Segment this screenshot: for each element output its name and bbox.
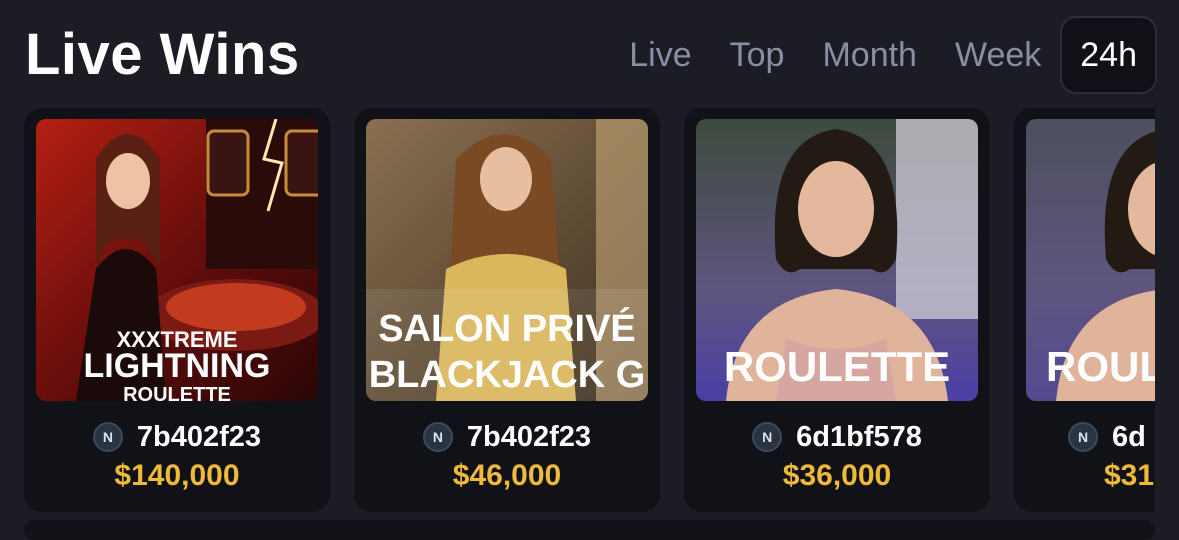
game-title-line: ROULETTE — [724, 343, 950, 390]
period-tabs: Live Top Month Week 24h — [610, 16, 1157, 94]
winner-id: 6d1bf578 — [796, 420, 922, 453]
game-title-line: ROUL — [1046, 343, 1155, 390]
tab-month[interactable]: Month — [803, 18, 936, 92]
winner: N 7b402f23 — [354, 417, 660, 457]
wins-carousel[interactable]: XXXTREME LIGHTNING ROULETTE N 7b402f23 $… — [24, 108, 1155, 513]
tab-24h[interactable]: 24h — [1060, 16, 1157, 94]
win-amount: $140,000 — [114, 459, 240, 492]
nm-logo-icon: N — [92, 422, 123, 452]
game-title-line: SALON PRIVÉ — [378, 306, 636, 350]
nm-logo-icon: N — [1068, 422, 1098, 452]
win-card[interactable]: ROUL N 6d $31 — [1014, 108, 1155, 512]
game-title-line: ROULETTE — [123, 384, 231, 401]
winner-id: 6d — [1112, 420, 1146, 453]
win-card[interactable]: ROULETTE N 6d1bf578 $36,000 — [684, 108, 990, 512]
win-card[interactable]: SALON PRIVÉ BLACKJACK G N 7b402f23 $46,0… — [354, 108, 660, 512]
game-thumbnail[interactable]: ROUL — [1026, 119, 1155, 401]
tab-top[interactable]: Top — [711, 18, 804, 92]
tab-week[interactable]: Week — [936, 18, 1060, 92]
game-title-overlay: XXXTREME LIGHTNING ROULETTE — [84, 327, 271, 401]
game-title-line: LIGHTNING — [84, 347, 271, 385]
game-title-overlay: ROUL — [1046, 343, 1155, 390]
winner: N 6d — [1068, 417, 1155, 457]
game-title-overlay: ROULETTE — [724, 343, 950, 390]
win-amount: $31 — [1104, 459, 1155, 492]
nm-logo-icon: N — [422, 422, 453, 452]
win-amount: $36,000 — [782, 459, 892, 492]
win-details: N 7b402f23 $140,000 — [24, 417, 330, 493]
game-title-line: BLACKJACK G — [369, 354, 646, 396]
win-amount: $46,000 — [452, 459, 562, 492]
nm-logo-icon: N — [752, 422, 783, 452]
game-thumbnail[interactable]: SALON PRIVÉ BLACKJACK G — [366, 119, 648, 401]
game-thumbnail[interactable]: XXXTREME LIGHTNING ROULETTE — [36, 119, 318, 401]
game-title-overlay: SALON PRIVÉ BLACKJACK G — [369, 306, 646, 396]
tab-live[interactable]: Live — [610, 18, 710, 92]
win-card[interactable]: XXXTREME LIGHTNING ROULETTE N 7b402f23 $… — [24, 108, 330, 512]
winner: N 7b402f23 — [24, 417, 330, 457]
page-title: Live Wins — [25, 22, 300, 87]
winner-id: 7b402f23 — [466, 420, 592, 453]
win-details: N 7b402f23 $46,000 — [354, 417, 660, 493]
winner: N 6d1bf578 — [684, 417, 990, 457]
win-details: N 6d1bf578 $36,000 — [684, 417, 990, 493]
game-thumbnail[interactable]: ROULETTE — [696, 119, 978, 401]
winner-id: 7b402f23 — [136, 420, 262, 453]
win-details: N 6d $31 — [1068, 417, 1155, 493]
next-section-edge — [24, 520, 1155, 540]
